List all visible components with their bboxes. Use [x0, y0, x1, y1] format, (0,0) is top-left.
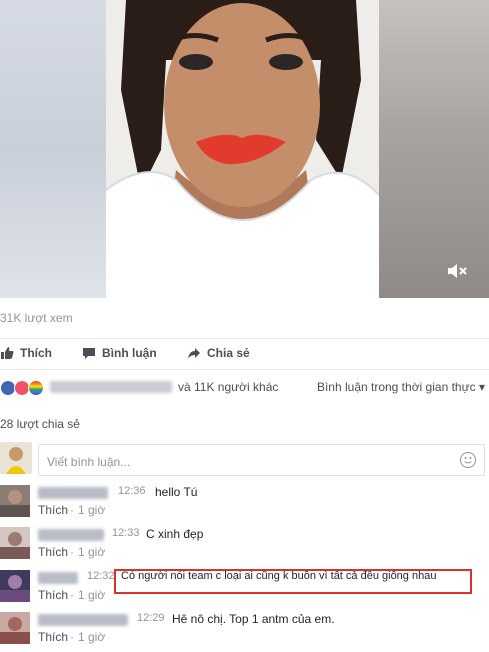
realtime-comments-dropdown[interactable]: Bình luận trong thời gian thực ▾ [317, 380, 485, 394]
highlight-box [114, 569, 472, 594]
comment-item: 12:33 C xinh đẹp Thích · 1 giờ [0, 527, 489, 567]
share-label: Chia sẻ [207, 346, 250, 360]
comment-input[interactable] [45, 454, 429, 470]
comment-time: 12:32 [87, 570, 115, 582]
comment-like-link[interactable]: Thích [38, 630, 68, 644]
comment-age[interactable]: 1 giờ [78, 545, 105, 559]
video-player[interactable] [0, 0, 489, 298]
thumbs-up-icon [1, 347, 14, 359]
comment-time: 12:29 [137, 612, 165, 624]
comment-text: hello Tú [155, 485, 198, 499]
comment-like-link[interactable]: Thích [38, 588, 68, 602]
separator-dot: · [70, 545, 74, 559]
share-arrow-icon [188, 348, 200, 359]
comment-age[interactable]: 1 giờ [78, 588, 105, 602]
commenter-name-blurred[interactable] [38, 487, 108, 499]
separator-dot: · [70, 588, 74, 602]
reactor-names-blurred[interactable] [50, 381, 172, 393]
volume-mute-icon[interactable] [446, 262, 468, 280]
video-blur-left [0, 0, 106, 298]
commenter-avatar[interactable] [0, 612, 30, 644]
comment-button[interactable]: Bình luận [82, 346, 157, 360]
comment-text: Hê nô chị. Top 1 antm của em. [172, 612, 335, 626]
caret-down-icon: ▾ [478, 380, 485, 394]
action-bar: Thích Bình luận Chia sẻ [0, 338, 489, 370]
reaction-others-count[interactable]: và 11K người khác [178, 380, 278, 394]
video-blur-right [379, 0, 489, 298]
share-button[interactable]: Chia sẻ [187, 346, 250, 360]
comment-composer [0, 442, 489, 482]
comment-time: 12:36 [118, 485, 146, 497]
share-count[interactable]: 28 lượt chia sẻ [0, 417, 80, 431]
comment-item: 12:29 Hê nô chị. Top 1 antm của em. Thíc… [0, 612, 489, 652]
commenter-avatar[interactable] [0, 527, 30, 559]
comment-text: C xinh đẹp [146, 527, 204, 541]
video-frame[interactable] [106, 0, 379, 298]
user-avatar [0, 442, 32, 474]
comment-input-box[interactable] [38, 444, 485, 476]
comment-label: Bình luận [102, 346, 157, 360]
separator-dot: · [70, 630, 74, 644]
comment-age[interactable]: 1 giờ [78, 503, 105, 517]
like-label: Thích [20, 346, 52, 360]
speech-bubble-icon [83, 348, 95, 359]
comment-age[interactable]: 1 giờ [78, 630, 105, 644]
comment-time: 12:33 [112, 527, 140, 539]
commenter-avatar[interactable] [0, 485, 30, 517]
realtime-label: Bình luận trong thời gian thực [316, 380, 476, 394]
like-button[interactable]: Thích [0, 346, 52, 360]
separator-dot: · [70, 503, 74, 517]
comment-like-link[interactable]: Thích [38, 503, 68, 517]
comment-item: 12:36 hello Tú Thích · 1 giờ [0, 485, 489, 525]
commenter-name-blurred[interactable] [38, 529, 104, 541]
comment-like-link[interactable]: Thích [38, 545, 68, 559]
commenter-name-blurred[interactable] [38, 572, 78, 584]
commenter-name-blurred[interactable] [38, 614, 128, 626]
reaction-icons[interactable] [0, 380, 44, 396]
commenter-avatar[interactable] [0, 570, 30, 602]
emoji-icon[interactable] [460, 452, 476, 468]
video-thumbnail-image [106, 0, 379, 298]
view-count: 31K lượt xem [0, 311, 73, 325]
pride-reaction-icon [28, 380, 44, 396]
reactions-summary: và 11K người khác Bình luận trong thời g… [0, 378, 489, 398]
